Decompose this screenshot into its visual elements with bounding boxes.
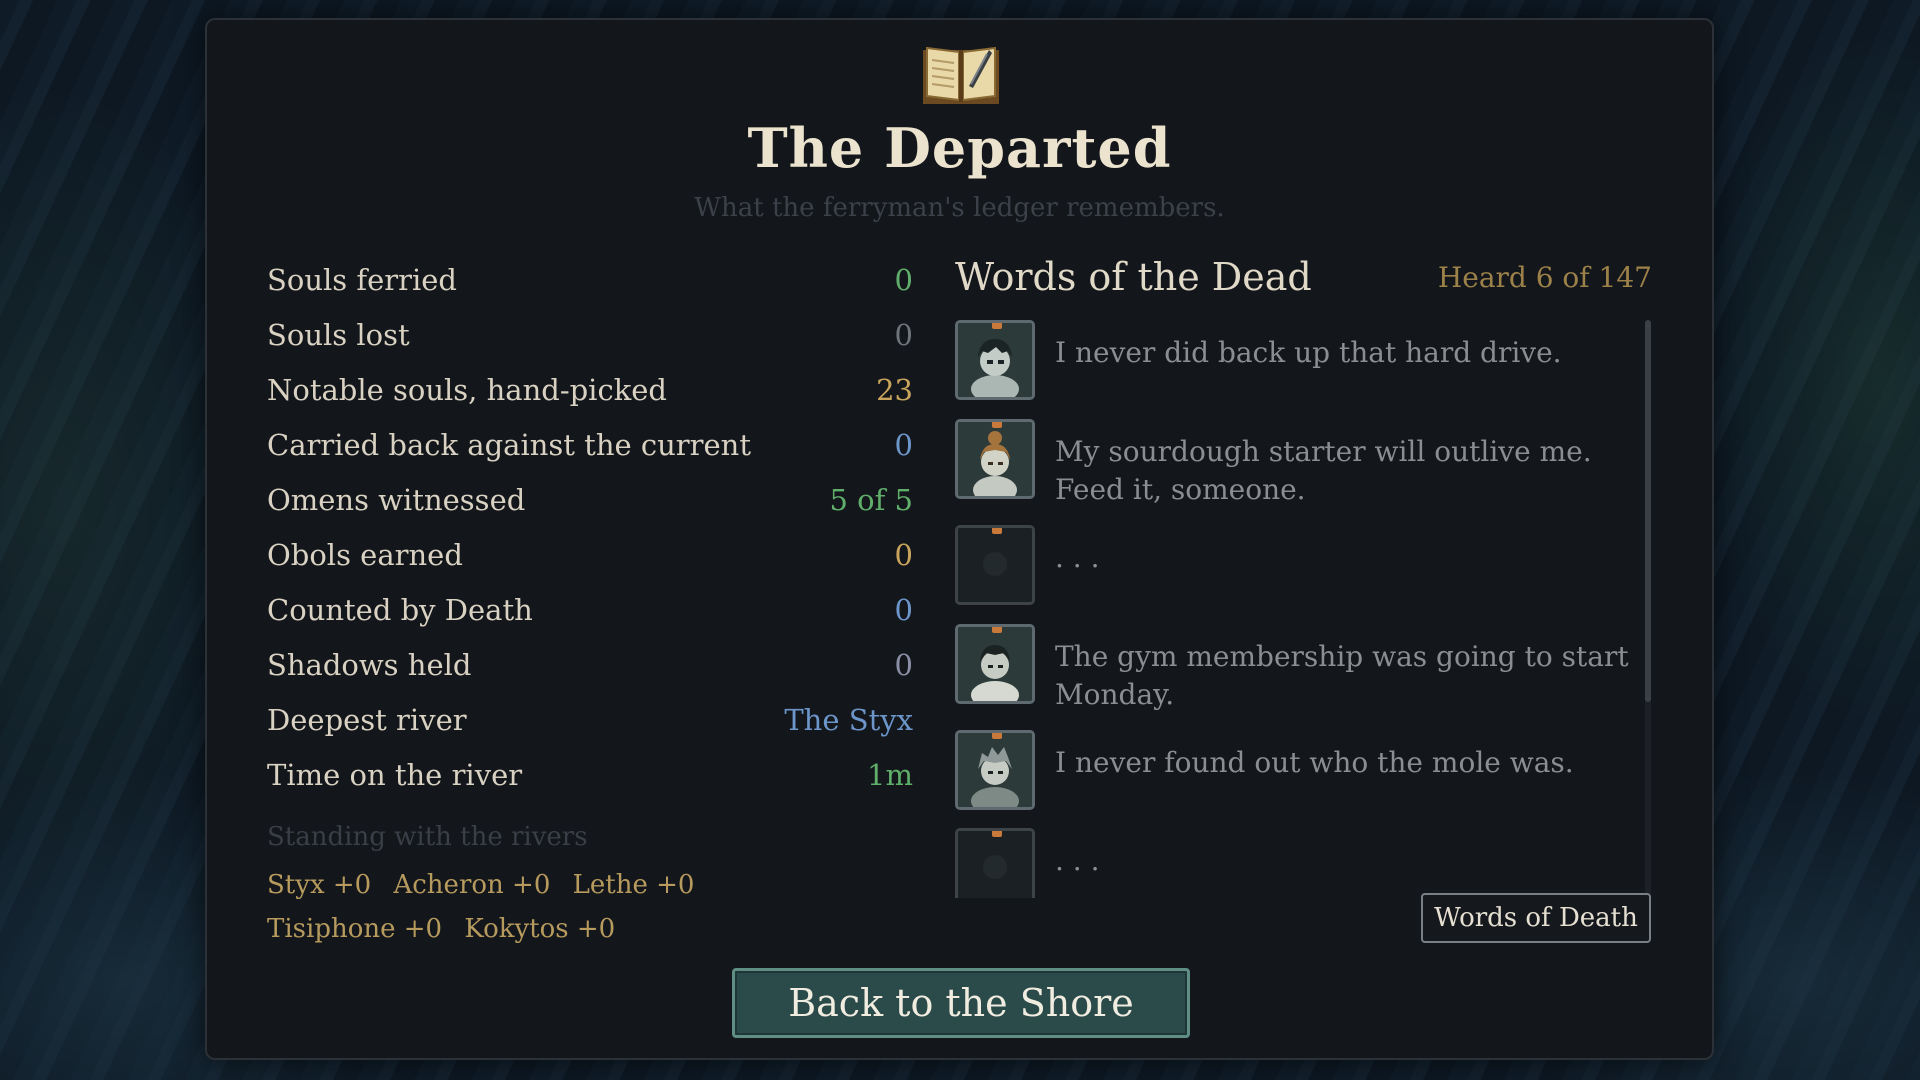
river-standing-tisiphone: Tisiphone +0 [267,914,443,944]
stat-row-shadows-held: Shadows held 0 [267,637,913,692]
stat-label: Souls ferried [267,262,458,297]
page-title: The Departed [747,116,1172,180]
stat-row-notable-souls: Notable souls, hand-picked 23 [267,362,913,417]
stat-row-counted-by-death: Counted by Death 0 [267,582,913,637]
stat-label: Counted by Death [267,592,533,627]
list-item[interactable]: . . . [955,525,1630,605]
soul-quote: My sourdough starter will outlive me. Fe… [1055,435,1592,506]
soul-quote: The gym membership was going to start Mo… [1055,640,1629,711]
stat-label: Obols earned [267,537,463,572]
stat-value: The Styx [784,702,913,737]
short-haired-soul-portrait [955,624,1035,704]
stat-value: 0 [894,427,913,462]
stat-value: 0 [894,647,913,682]
river-standing-kokytos: Kokytos +0 [464,914,616,944]
stat-row-time-on-river: Time on the river 1m [267,747,913,802]
stat-value: 5 of 5 [829,482,913,517]
stat-row-obols-earned: Obols earned 0 [267,527,913,582]
stat-label: Omens witnessed [267,482,526,517]
river-standing-acheron: Acheron +0 [393,870,551,900]
stat-value: 23 [876,372,913,407]
list-item[interactable]: The gym membership was going to start Mo… [955,624,1630,714]
list-item[interactable]: My sourdough starter will outlive me. Fe… [955,419,1630,509]
soul-quote: I never found out who the mole was. [1055,746,1574,779]
standing-title: Standing with the rivers [267,822,588,852]
stat-value: 0 [894,262,913,297]
bun-haired-soul-portrait [955,419,1035,499]
river-standing-styx: Styx +0 [267,870,372,900]
words-heard-count: Heard 6 of 147 [1437,261,1652,294]
river-standing-lethe: Lethe +0 [572,870,695,900]
gem-ornament [992,831,1002,837]
stat-row-carried-back: Carried back against the current 0 [267,417,913,472]
stat-label: Time on the river [267,757,523,792]
stat-row-deepest-river: Deepest river The Styx [267,692,913,747]
river-standing-list: Styx +0 Acheron +0 Lethe +0 Tisiphone +0… [267,863,867,951]
stat-row-omens-witnessed: Omens witnessed 5 of 5 [267,472,913,527]
gem-ornament [992,627,1002,633]
stat-label: Carried back against the current [267,427,752,462]
words-scrollbar[interactable] [1645,320,1651,898]
unknown-soul-portrait [955,525,1035,605]
stat-row-souls-ferried: Souls ferried 0 [267,252,913,307]
stat-value: 0 [894,537,913,572]
stat-value: 1m [867,757,913,792]
open-book-quill-icon [923,46,999,104]
stat-label: Notable souls, hand-picked [267,372,667,407]
gem-ornament [992,528,1002,534]
unknown-soul-portrait [955,828,1035,898]
page-subtitle: What the ferryman's ledger remembers. [694,193,1225,223]
messy-haired-soul-portrait [955,730,1035,810]
gem-ornament [992,422,1002,428]
stat-label: Deepest river [267,702,467,737]
list-item[interactable]: I never found out who the mole was. [955,730,1630,810]
stat-label: Shadows held [267,647,472,682]
soul-quote: . . . [1055,541,1100,574]
back-to-shore-button[interactable]: Back to the Shore [732,968,1190,1038]
list-item[interactable]: I never did back up that hard drive. [955,320,1630,400]
words-of-death-button[interactable]: Words of Death [1421,893,1651,943]
list-item[interactable]: . . . [955,828,1630,898]
stats-list: Souls ferried 0 Souls lost 0 Notable sou… [267,252,913,802]
gem-ornament [992,733,1002,739]
gem-ornament [992,323,1002,329]
stat-value: 0 [894,592,913,627]
dark-haired-soul-portrait [955,320,1035,400]
stat-row-souls-lost: Souls lost 0 [267,307,913,362]
scrollbar-thumb[interactable] [1645,320,1651,702]
words-of-the-dead-title: Words of the Dead [955,255,1312,299]
stat-label: Souls lost [267,317,410,352]
words-of-the-dead-list[interactable]: I never did back up that hard drive. My … [955,320,1655,898]
soul-quote: I never did back up that hard drive. [1055,336,1562,369]
soul-quote: . . . [1055,844,1100,877]
stat-value: 0 [894,317,913,352]
departed-panel: The Departed What the ferryman's ledger … [205,18,1714,1060]
